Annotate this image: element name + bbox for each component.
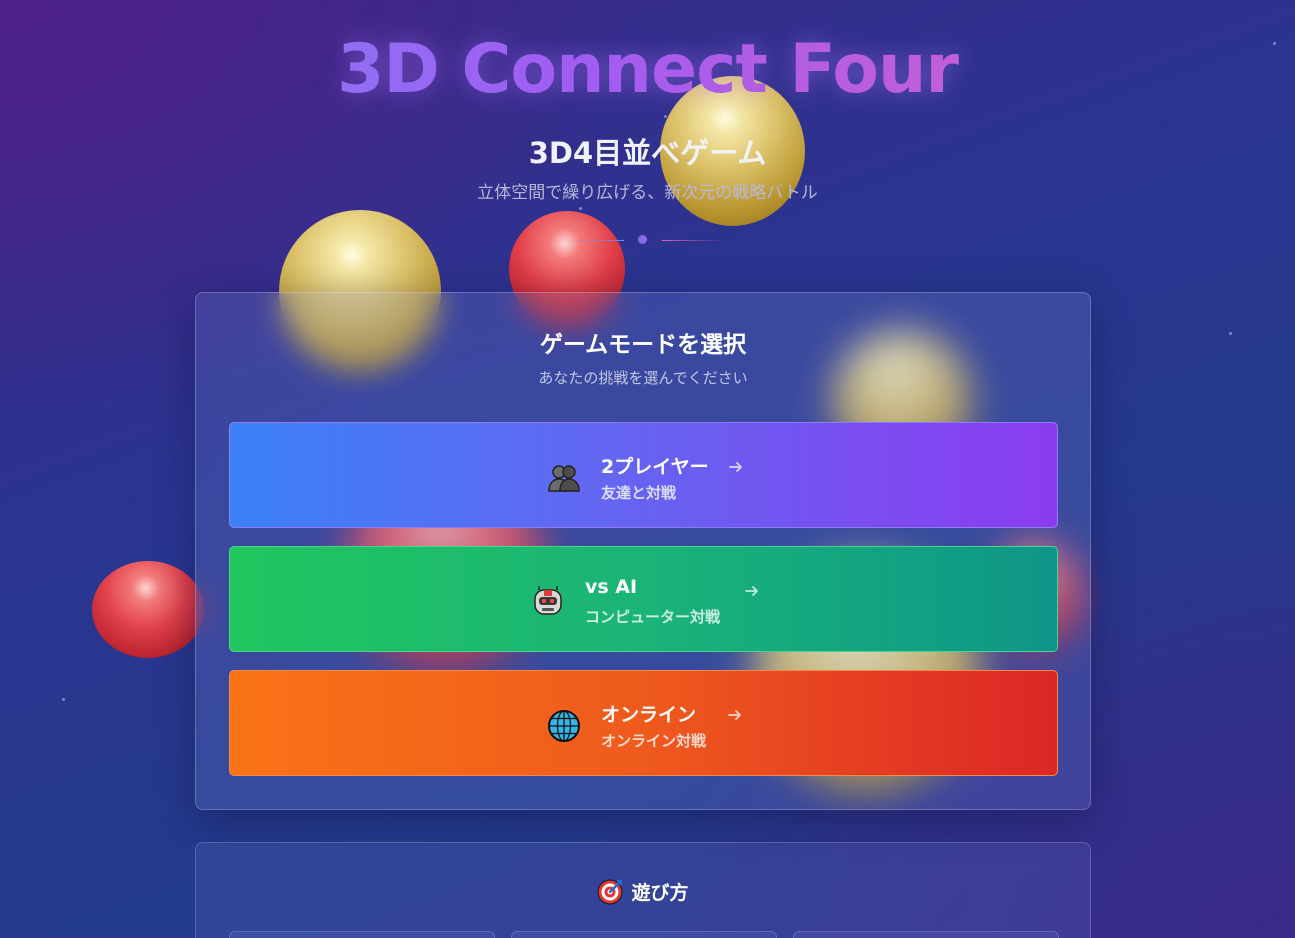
mode-label: vs AI	[585, 576, 638, 598]
two-player-mode-button[interactable]: 2プレイヤー 友達と対戦	[229, 422, 1058, 528]
mode-label: 2プレイヤー	[601, 456, 709, 478]
two-people-icon	[546, 460, 582, 496]
arrow-right-icon	[744, 583, 760, 599]
online-mode-button[interactable]: オンライン オンライン対戦	[229, 670, 1058, 776]
page-tagline: 立体空間で繰り広げる、新次元の戦略バトル	[477, 183, 818, 203]
mode-description: 友達と対戦	[601, 484, 677, 502]
divider-line-right	[662, 240, 724, 241]
background-star	[62, 698, 65, 701]
background-star	[1229, 332, 1232, 335]
how-to-play-panel: 遊び方	[195, 842, 1091, 938]
target-icon	[597, 879, 624, 905]
page-subtitle: 3D4目並べゲーム	[528, 136, 767, 170]
game-mode-subtitle: あなたの挑戦を選んでください	[538, 369, 748, 387]
how-to-play-card	[229, 931, 495, 938]
how-to-play-heading: 遊び方	[196, 878, 1090, 905]
how-to-play-title: 遊び方	[631, 882, 689, 904]
red-piece-sphere	[92, 561, 204, 658]
background-star	[579, 207, 582, 210]
robot-icon	[530, 584, 566, 620]
divider-dot	[638, 235, 647, 244]
vs-ai-mode-button[interactable]: vs AI コンピューター対戦	[229, 546, 1058, 652]
globe-icon	[546, 708, 582, 744]
arrow-right-icon	[727, 707, 743, 723]
arrow-right-icon	[728, 459, 744, 475]
how-to-play-card	[511, 931, 777, 938]
divider-line-left	[566, 240, 624, 241]
how-to-play-card	[793, 931, 1059, 938]
game-mode-panel: ゲームモードを選択 あなたの挑戦を選んでください 2プレイヤー 友達と対戦 vs…	[195, 292, 1091, 810]
page-title: 3D Connect Four	[0, 30, 1295, 109]
mode-description: コンピューター対戦	[585, 608, 721, 626]
mode-label: オンライン	[601, 704, 697, 726]
game-mode-title: ゲームモードを選択	[539, 332, 747, 358]
mode-description: オンライン対戦	[601, 732, 707, 750]
